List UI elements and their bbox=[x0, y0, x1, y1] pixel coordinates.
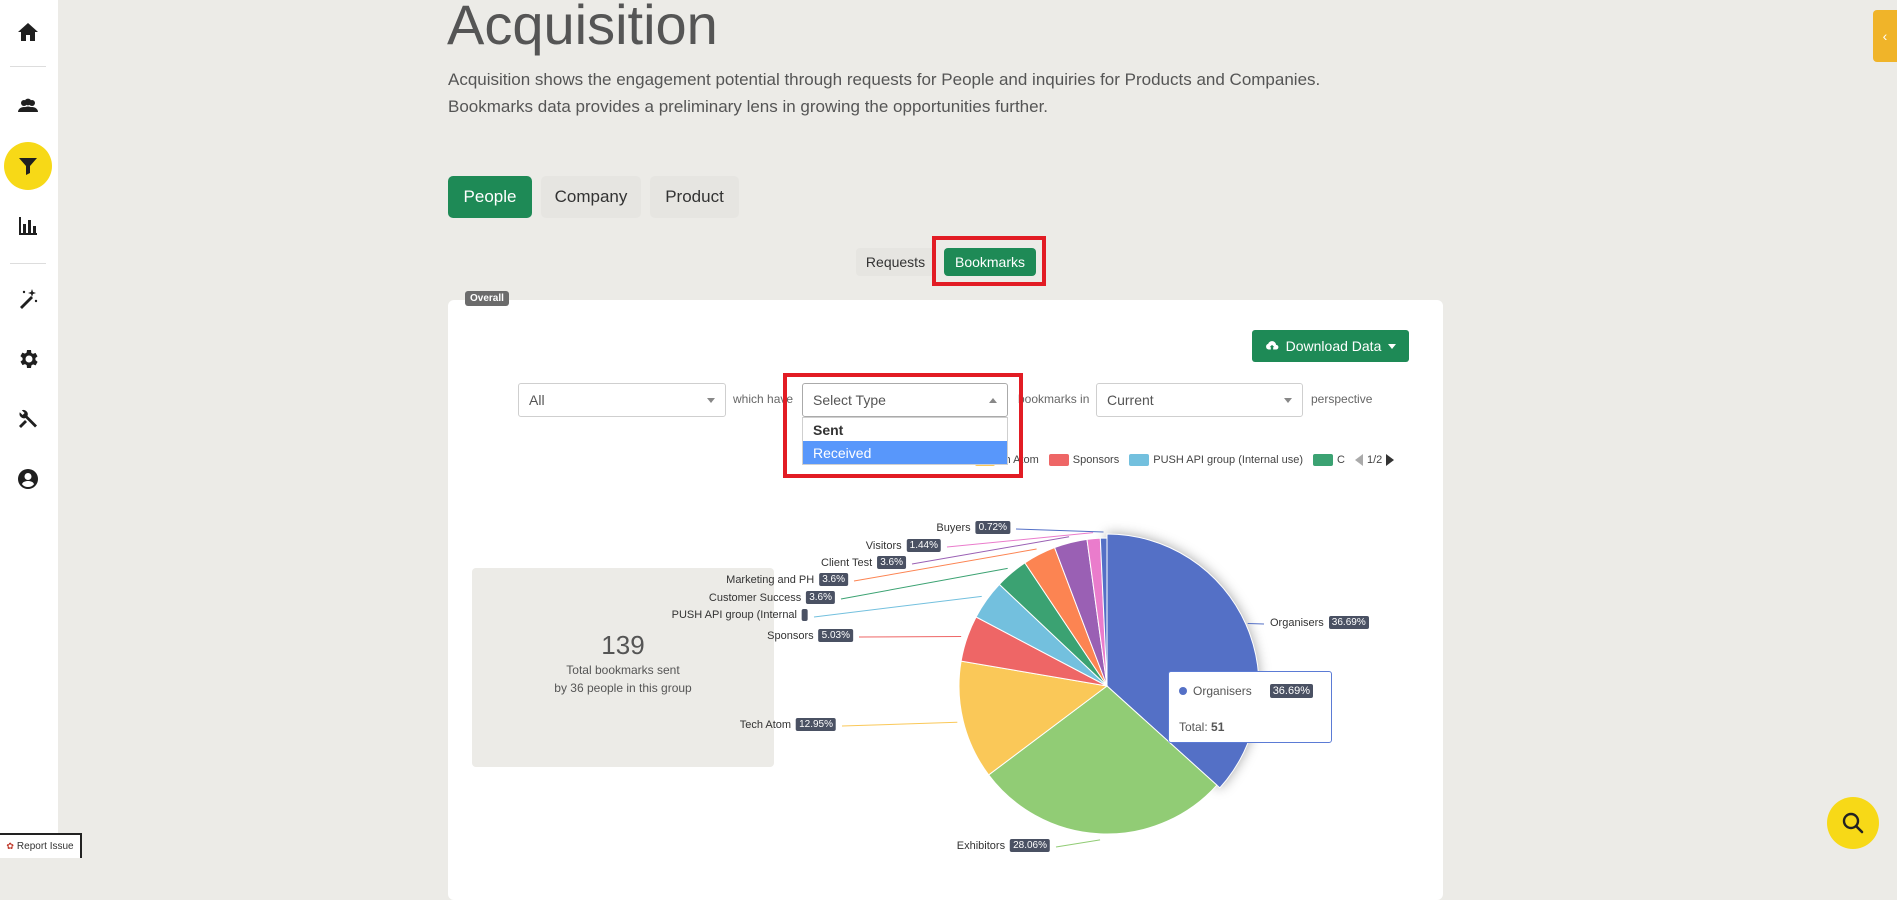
chart-tooltip: Organisers 36.69% Total: 51 bbox=[1168, 671, 1332, 743]
pie-label: Organisers36.69% bbox=[1270, 616, 1369, 629]
tooltip-total: Total: 51 bbox=[1179, 720, 1224, 734]
tooltip-row: Organisers 36.69% bbox=[1179, 684, 1313, 698]
pie-label: Tech Atom12.95% bbox=[740, 718, 836, 731]
pie-chart bbox=[0, 0, 1897, 858]
pie-leader-line bbox=[814, 596, 982, 617]
pie-leader-line bbox=[841, 568, 1008, 599]
side-panel-toggle[interactable]: ‹ bbox=[1873, 10, 1897, 62]
pie-label: Customer Success3.6% bbox=[709, 591, 835, 604]
pie-leader-line bbox=[1248, 623, 1264, 624]
pie-label: Marketing and PH3.6% bbox=[726, 573, 848, 586]
pie-label: Exhibitors28.06% bbox=[957, 839, 1050, 852]
pie-leader-line bbox=[1056, 840, 1100, 847]
pie-label: Visitors1.44% bbox=[866, 539, 941, 552]
bug-icon: ✿ bbox=[6, 841, 14, 852]
report-issue-button[interactable]: ✿ Report Issue bbox=[0, 833, 82, 858]
pie-label: PUSH API group (Internal bbox=[672, 609, 808, 621]
pie-leader-line bbox=[1016, 529, 1104, 532]
search-fab-button[interactable] bbox=[1827, 797, 1879, 849]
pie-label: Client Test3.6% bbox=[821, 556, 906, 569]
tooltip-dot bbox=[1179, 687, 1187, 695]
tooltip-label: Organisers bbox=[1193, 684, 1252, 698]
pie-label: Buyers0.72% bbox=[936, 521, 1010, 534]
pie-leader-line bbox=[842, 722, 957, 726]
chevron-left-icon: ‹ bbox=[1883, 28, 1888, 44]
tooltip-pct: 36.69% bbox=[1270, 684, 1313, 698]
pie-label: Sponsors5.03% bbox=[767, 629, 853, 642]
report-issue-label: Report Issue bbox=[17, 841, 74, 852]
search-icon bbox=[1841, 811, 1865, 835]
